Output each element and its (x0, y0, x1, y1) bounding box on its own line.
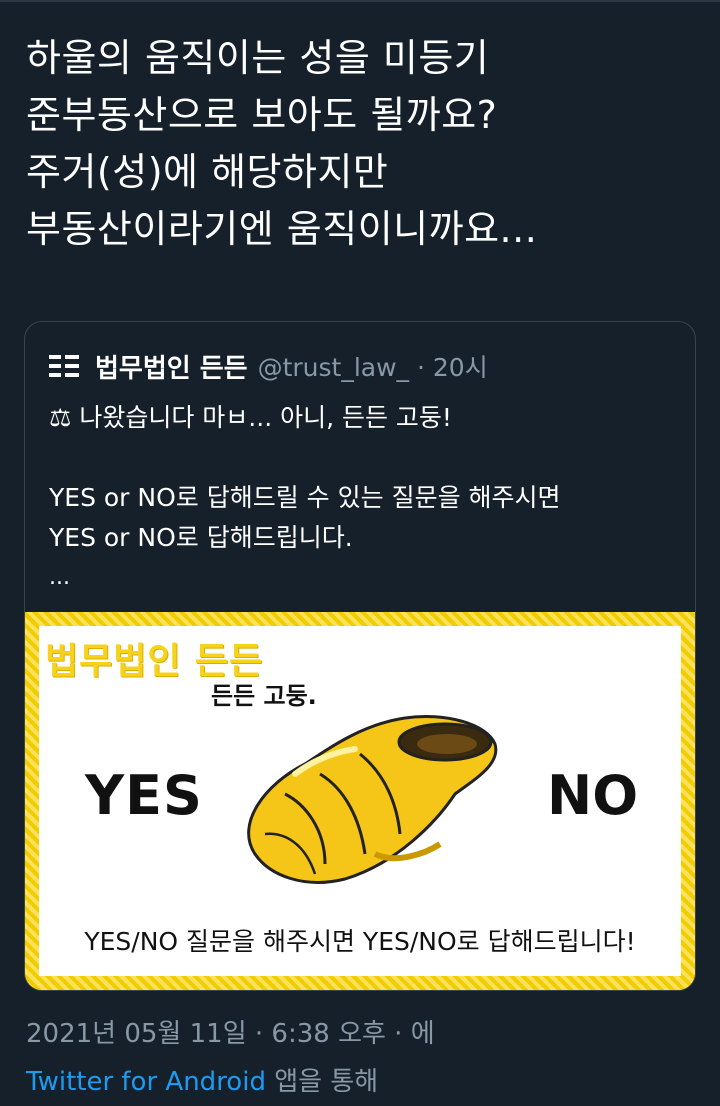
tweet-timestamp[interactable]: 2021년 05월 11일 · 6:38 오후 · 에 (26, 1010, 435, 1058)
tweet-source-link[interactable]: Twitter for Android (26, 1067, 266, 1097)
quoted-body-line: YES or NO로 답해드립니다. (49, 523, 353, 552)
quoted-author-name[interactable]: 법무법인 든든 (95, 348, 248, 385)
quoted-tweet-header: 법무법인 든든 @trust_law_ · 20시 (49, 346, 488, 386)
brand-logo-icon[interactable] (49, 351, 81, 381)
quoted-author-handle-time: @trust_law_ · 20시 (257, 353, 488, 382)
quoted-tweet-card[interactable]: 법무법인 든든 @trust_law_ · 20시 ⚖ 나왔습니다 마ㅂ... … (24, 321, 696, 991)
image-content: 법무법인 든든 든든 고둥. YES NO YES/NO 질문을 해주시면 YE… (39, 626, 681, 976)
quoted-body-line: ⚖ 나왔습니다 마ㅂ... 아니, 든든 고둥! (49, 403, 452, 432)
quoted-tweet-body: ⚖ 나왔습니다 마ㅂ... 아니, 든든 고둥! YES or NO로 답해드릴… (49, 398, 679, 598)
top-divider (0, 0, 720, 2)
image-yes-label: YES (85, 764, 203, 827)
quoted-tweet-image[interactable]: 법무법인 든든 든든 고둥. YES NO YES/NO 질문을 해주시면 YE… (25, 612, 695, 990)
tweet-line: 주거(성)에 해당하지만 (26, 150, 389, 194)
tweet-meta: 2021년 05월 11일 · 6:38 오후 · 에 Twitter for … (26, 1010, 435, 1106)
tweet-source-suffix: 앱을 통해 (265, 1067, 379, 1097)
tweet-text: 하울의 움직이는 성을 미등기 준부동산으로 보아도 될까요? 주거(성)에 해… (26, 30, 706, 258)
tweet-line: 하울의 움직이는 성을 미등기 (26, 36, 490, 80)
tweet-line: 준부동산으로 보아도 될까요? (26, 93, 498, 137)
tweet-source-line: Twitter for Android 앱을 통해 (26, 1058, 435, 1106)
image-no-label: NO (547, 764, 639, 827)
tweet-line: 부동산이라기엔 움직이니까요... (26, 207, 538, 251)
conch-shell-icon (247, 714, 498, 884)
quoted-body-ellipsis: ... (49, 565, 70, 590)
image-caption: YES/NO 질문을 해주시면 YES/NO로 답해드립니다! (84, 927, 636, 956)
quoted-body-line: YES or NO로 답해드릴 수 있는 질문을 해주시면 (49, 483, 561, 512)
